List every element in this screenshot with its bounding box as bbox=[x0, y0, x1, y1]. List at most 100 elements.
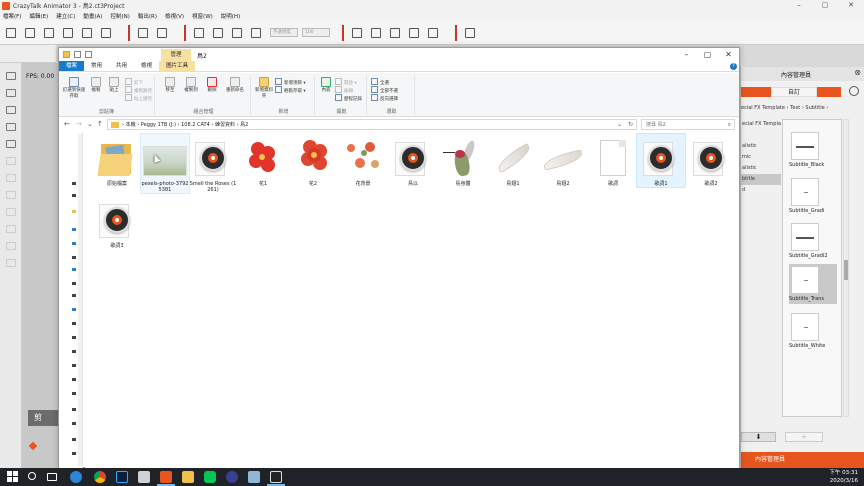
nav-item[interactable] bbox=[72, 268, 76, 271]
menu-edit[interactable]: 編輯(E) bbox=[29, 12, 48, 20]
redo-icon[interactable] bbox=[157, 27, 167, 38]
nav-item[interactable] bbox=[72, 438, 76, 441]
easy-access-button[interactable]: 輕鬆存取 ▾ bbox=[275, 86, 306, 94]
back-icon[interactable] bbox=[849, 86, 859, 96]
media-player-icon[interactable] bbox=[270, 471, 282, 483]
task-view-icon[interactable] bbox=[47, 473, 57, 481]
file-explorer-icon[interactable] bbox=[182, 471, 194, 483]
recent-dropdown-icon[interactable]: ⌄ bbox=[87, 120, 93, 128]
properties-button[interactable]: 內容 bbox=[319, 77, 333, 94]
app-maximize-button[interactable]: ▢ bbox=[812, 0, 838, 11]
timeline-icon[interactable] bbox=[465, 27, 475, 38]
back-arrow-icon[interactable]: ← bbox=[64, 120, 70, 128]
navigation-scrollbar[interactable] bbox=[78, 134, 82, 466]
content-item-subtitle-trans[interactable]: Subtitle_Trans bbox=[789, 264, 837, 304]
chrome-browser-icon[interactable] bbox=[94, 471, 106, 483]
menu-control[interactable]: 控制(N) bbox=[110, 12, 129, 20]
tree-item[interactable]: mic bbox=[741, 152, 781, 163]
motion-tool-icon[interactable] bbox=[5, 89, 16, 97]
menu-help[interactable]: 說明(H) bbox=[221, 12, 240, 20]
anchor-icon[interactable] bbox=[371, 27, 381, 38]
pin-quick-access-button[interactable]: 釘選到快速存取 bbox=[61, 77, 87, 100]
paste-shortcut-button[interactable]: 貼上捷徑 bbox=[125, 94, 152, 102]
import-icon[interactable] bbox=[82, 27, 92, 38]
tab-share[interactable]: 共用 bbox=[109, 61, 134, 71]
nav-item[interactable] bbox=[72, 392, 76, 395]
crazytalk-animator-icon[interactable] bbox=[160, 471, 172, 483]
export-icon[interactable] bbox=[101, 27, 111, 38]
tree-item[interactable]: alistic bbox=[741, 163, 781, 174]
app-minimize-button[interactable]: – bbox=[786, 0, 812, 11]
chevron-down-icon[interactable]: ⌄ bbox=[617, 120, 622, 130]
line-messenger-icon[interactable] bbox=[204, 471, 216, 483]
menu-render[interactable]: 輸出(R) bbox=[138, 12, 157, 20]
nav-item[interactable] bbox=[72, 452, 76, 455]
file-item-image[interactable]: 鳥翅1 bbox=[489, 134, 537, 187]
new-folder-button[interactable]: 新增資料夾 bbox=[255, 77, 273, 100]
nav-item[interactable] bbox=[72, 422, 76, 425]
tab-custom[interactable]: 自訂 bbox=[771, 87, 817, 97]
camera-icon[interactable] bbox=[352, 27, 362, 38]
app-icon[interactable] bbox=[226, 471, 238, 483]
menu-animation[interactable]: 動畫(A) bbox=[83, 12, 102, 20]
app-icon[interactable] bbox=[248, 471, 260, 483]
tree-item[interactable]: alistic bbox=[741, 141, 781, 152]
file-item-image[interactable]: 鳥身體 bbox=[439, 134, 487, 187]
store-icon[interactable] bbox=[63, 27, 73, 38]
stage-viewport[interactable]: FPS: 0.00 剪 bbox=[22, 63, 58, 468]
select-none-button[interactable]: 全部不選 bbox=[371, 86, 398, 94]
tab-view[interactable]: 檢視 bbox=[134, 61, 159, 71]
copy-to-button[interactable]: 複製到 bbox=[181, 77, 201, 94]
copy-button[interactable]: 複製 bbox=[89, 77, 103, 94]
file-item-photo[interactable]: pexels-photo-37925381 bbox=[140, 133, 190, 194]
nav-item[interactable] bbox=[72, 308, 76, 311]
delete-button[interactable]: 刪除 bbox=[203, 77, 221, 94]
audio-tool-icon[interactable] bbox=[5, 140, 16, 148]
tree-item[interactable] bbox=[741, 130, 781, 141]
file-item-audio[interactable]: 歌詞3 bbox=[93, 196, 141, 249]
actor-tool-icon[interactable] bbox=[5, 72, 16, 80]
copy-path-button[interactable]: 複製路徑 bbox=[125, 86, 152, 94]
content-item-subtitle-black[interactable]: Subtitle_Black bbox=[789, 132, 837, 168]
open-button[interactable]: 開啟 ▾ bbox=[335, 78, 357, 86]
nav-item[interactable] bbox=[72, 336, 76, 339]
tree-item-subtitle[interactable]: btitle bbox=[741, 174, 781, 185]
explorer-minimize-button[interactable]: – bbox=[676, 48, 697, 61]
tab-picture-tools[interactable]: 圖片工具 bbox=[159, 61, 196, 71]
nav-item[interactable] bbox=[72, 282, 76, 285]
manage-context-label[interactable]: 管理 bbox=[161, 49, 191, 61]
opacity-input[interactable]: 100 bbox=[302, 28, 330, 37]
add-button[interactable]: + bbox=[785, 432, 823, 442]
explorer-maximize-button[interactable]: ▢ bbox=[697, 48, 718, 61]
move-icon[interactable] bbox=[390, 27, 400, 38]
file-item-audio[interactable]: 歌詞2 bbox=[687, 134, 735, 187]
breadcrumb-course[interactable]: 108.2 CAT4 bbox=[181, 122, 210, 128]
nav-item[interactable] bbox=[72, 256, 76, 259]
content-item-subtitle-white[interactable]: Subtitle_White bbox=[789, 313, 837, 349]
nav-item-onedrive[interactable] bbox=[72, 228, 76, 231]
content-manager-footer[interactable]: 內容管理員 bbox=[741, 452, 864, 468]
move-to-button[interactable]: 移至 bbox=[161, 77, 179, 94]
edge-browser-icon[interactable] bbox=[70, 471, 82, 483]
search-icon[interactable] bbox=[28, 472, 36, 480]
select-tool-icon[interactable] bbox=[194, 27, 204, 38]
breadcrumb-this-pc[interactable]: 本機 bbox=[126, 122, 136, 128]
file-item-audio[interactable]: 歌詞1 bbox=[636, 133, 686, 188]
content-item-subtitle-gradi2[interactable]: Subtitle_Gradi2 bbox=[789, 223, 837, 259]
nav-item[interactable] bbox=[72, 182, 76, 185]
refresh-icon[interactable]: ↻ bbox=[628, 120, 633, 130]
new-folder-icon[interactable] bbox=[85, 51, 92, 58]
help-icon[interactable]: ? bbox=[730, 63, 737, 70]
file-item-image[interactable]: 花1 bbox=[239, 134, 287, 187]
invert-selection-button[interactable]: 反向選擇 bbox=[371, 94, 398, 102]
pen-tool-icon[interactable] bbox=[251, 27, 261, 38]
up-arrow-icon[interactable]: ↑ bbox=[97, 120, 103, 128]
nav-item[interactable] bbox=[72, 350, 76, 353]
app-close-button[interactable]: ✕ bbox=[838, 0, 864, 11]
photoshop-icon[interactable] bbox=[116, 471, 128, 483]
file-item-image[interactable]: 花2 bbox=[289, 134, 337, 187]
save-project-icon[interactable] bbox=[44, 27, 54, 38]
new-project-icon[interactable] bbox=[6, 27, 16, 38]
home-icon[interactable] bbox=[428, 27, 438, 38]
file-item-audio[interactable]: Smell the Roses (1261) bbox=[189, 134, 237, 193]
